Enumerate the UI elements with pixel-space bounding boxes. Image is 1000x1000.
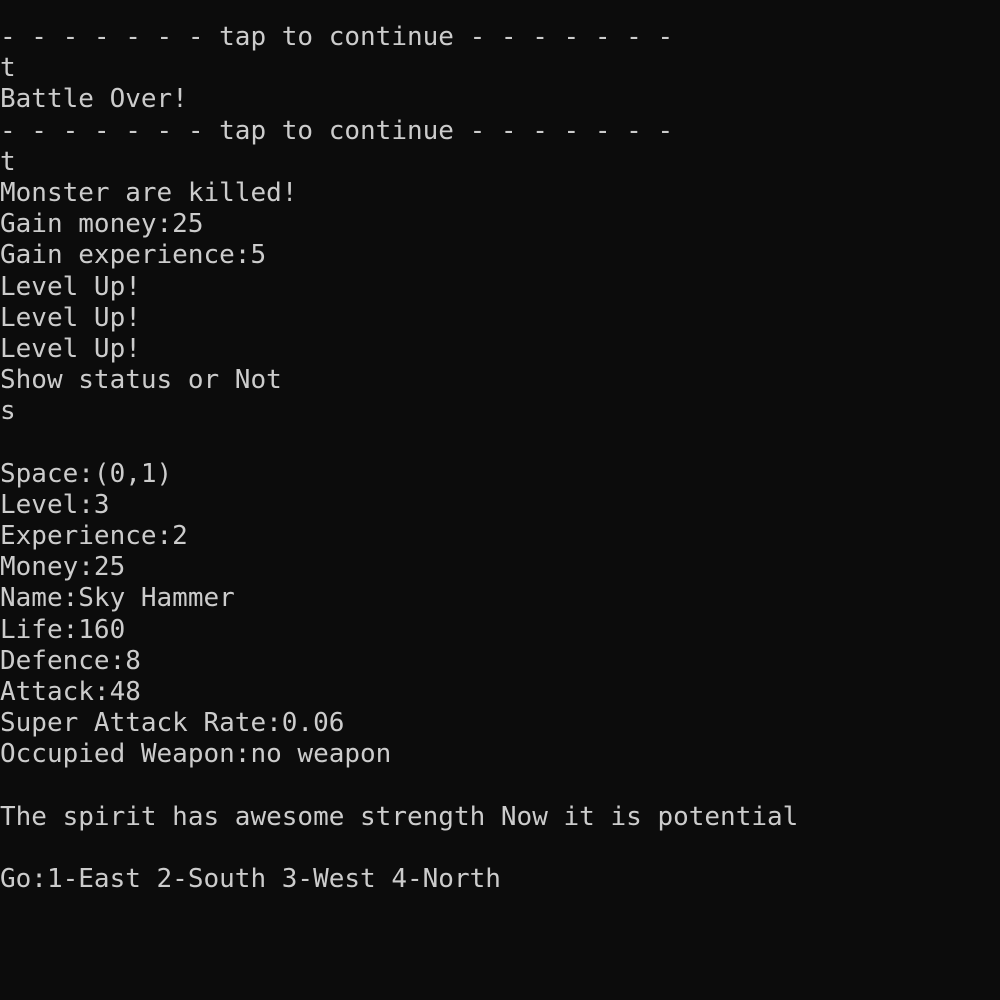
level-up-message: Level Up!	[0, 333, 141, 364]
user-input-line: t	[0, 53, 16, 84]
show-status-prompt: Show status or Not	[0, 365, 282, 396]
direction-prompt: Go:1-East 2-South 3-West 4-North	[0, 864, 501, 895]
status-level: Level:3	[0, 489, 110, 520]
tap-to-continue-prompt: - - - - - - - tap to continue - - - - - …	[0, 115, 674, 146]
status-defence: Defence:8	[0, 645, 141, 676]
status-super-attack-rate: Super Attack Rate:0.06	[0, 708, 345, 739]
gain-money-message: Gain money:25	[0, 209, 204, 240]
spirit-message: The spirit has awesome strength Now it i…	[0, 801, 799, 832]
monster-killed-message: Monster are killed!	[0, 177, 298, 208]
battle-over-message: Battle Over!	[0, 84, 188, 115]
status-occupied-weapon: Occupied Weapon:no weapon	[0, 739, 392, 770]
status-money: Money:25	[0, 552, 126, 583]
gain-experience-message: Gain experience:5	[0, 240, 267, 271]
console-output[interactable]: - - - - - - - tap to continue - - - - - …	[0, 0, 1000, 1000]
status-name: Name:Sky Hammer	[0, 583, 235, 614]
user-input-line: t	[0, 146, 16, 177]
tap-to-continue-prompt: - - - - - - - tap to continue - - - - - …	[0, 22, 674, 52]
status-life: Life:160	[0, 614, 126, 645]
level-up-message: Level Up!	[0, 271, 141, 302]
status-attack: Attack:48	[0, 676, 141, 707]
user-input-line: s	[0, 396, 16, 427]
status-space: Space:(0,1)	[0, 458, 173, 489]
level-up-message: Level Up!	[0, 302, 141, 333]
status-experience: Experience:2	[0, 521, 188, 551]
